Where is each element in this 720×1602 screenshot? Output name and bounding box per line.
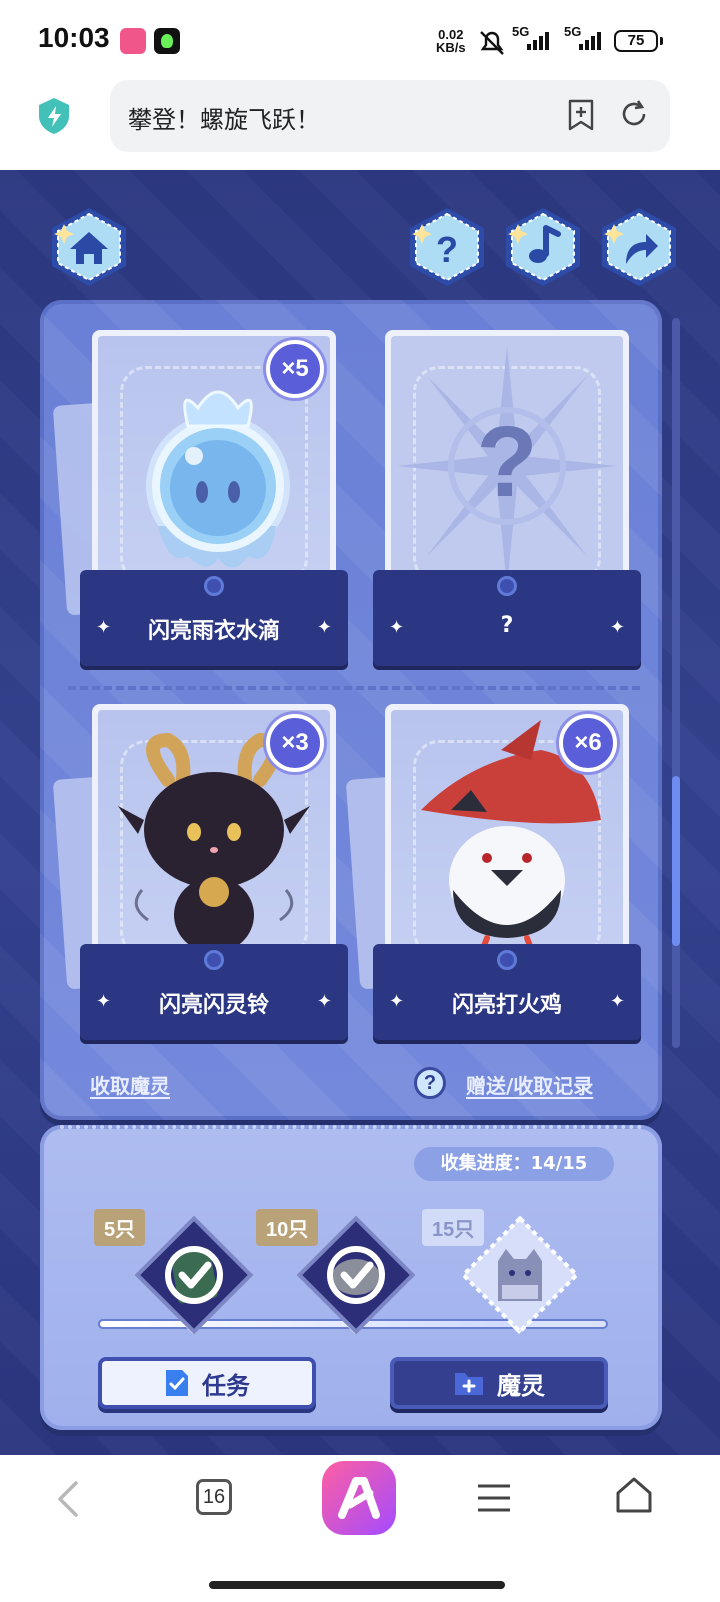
sparkle-icon: ✦ (316, 991, 332, 1012)
svg-text:?: ? (476, 406, 537, 518)
menu-icon[interactable] (476, 1483, 512, 1513)
mute-icon (480, 31, 504, 55)
share-icon (602, 208, 676, 286)
milestone-tag: 5只 (94, 1209, 146, 1246)
battery-indicator: 75 (614, 30, 663, 52)
signal-bars-icon (527, 32, 549, 50)
clock: 10:03 (38, 22, 110, 53)
collect-spirit-link[interactable]: 收取魔灵 (90, 1070, 170, 1099)
spirit-name: ? (500, 613, 514, 638)
milestone-tag: 15只 (422, 1209, 485, 1246)
card-face: ×6 (385, 704, 629, 974)
task-button-label: 任务 (202, 1371, 250, 1400)
svg-text:?: ? (436, 229, 458, 270)
card-face: ? (385, 330, 629, 600)
progress-value: 14/15 (530, 1153, 588, 1174)
record-help-icon[interactable]: ? (414, 1067, 446, 1099)
status-bar: 10:03 0.02 KB/s 5G 5G 75 (0, 0, 720, 80)
card-pin (204, 950, 224, 970)
security-shield-icon[interactable] (36, 96, 72, 136)
card-face: ×3 (92, 704, 336, 974)
home-icon (52, 208, 126, 286)
count-badge: ×5 (266, 340, 324, 398)
spirit-name: 闪亮雨衣水滴 (147, 619, 280, 644)
tabs-button[interactable]: 16 (196, 1479, 232, 1515)
bilibili-app-icon (120, 28, 146, 54)
milestone-reward-5[interactable]: 5只 (94, 1205, 264, 1345)
network-speed-unit: KB/s (436, 40, 466, 55)
back-icon[interactable] (56, 1479, 80, 1519)
unknown-silhouette-illustration: ? (397, 346, 617, 586)
spirit-card-locked[interactable]: ? ✦ ? ✦ (373, 330, 641, 675)
music-icon (506, 208, 580, 286)
task-button[interactable]: 任务 (98, 1357, 316, 1409)
game-canvas: ? ×5 ✦ 闪亮雨衣水滴 ✦ ? ✦ ? ✦ ×3 ✦ 闪亮闪灵铃 ✦ ×6 … (0, 170, 720, 1455)
address-bar[interactable]: 攀登！螺旋飞跃！ (110, 80, 670, 152)
progress-label: 收集进度：14/15 (414, 1147, 614, 1181)
sparkle-icon: ✦ (609, 991, 625, 1012)
spirit-card[interactable]: ×3 ✦ 闪亮闪灵铃 ✦ (52, 704, 348, 1049)
home-button[interactable] (46, 204, 132, 290)
share-button[interactable] (596, 204, 682, 290)
home-nav-icon[interactable] (614, 1475, 654, 1515)
signal-bars-icon (579, 32, 601, 50)
gesture-home-bar[interactable] (209, 1581, 505, 1589)
folder-add-icon (455, 1373, 483, 1395)
music-button[interactable] (500, 204, 586, 290)
collection-progress-panel: 收集进度：14/15 5只 10只 15只 任务 魔灵 (40, 1125, 662, 1430)
progress-label-text: 收集进度： (440, 1153, 531, 1174)
milestone-reward-15[interactable]: 15只 (422, 1205, 590, 1345)
sparkle-icon: ✦ (609, 617, 625, 638)
card-pin (497, 950, 517, 970)
task-checklist-icon (166, 1370, 188, 1396)
spirit-name: 闪亮打火鸡 (451, 993, 562, 1018)
spirit-name: 闪亮闪灵铃 (158, 993, 269, 1018)
count-badge: ×3 (266, 714, 324, 772)
milestone-tag: 10只 (256, 1209, 319, 1246)
card-face: ×5 (92, 330, 336, 600)
spirit-button-label: 魔灵 (497, 1371, 545, 1400)
scrollbar-thumb[interactable] (672, 776, 680, 946)
card-pin (204, 576, 224, 596)
card-pin (497, 576, 517, 596)
spirit-card[interactable]: ×6 ✦ 闪亮打火鸡 ✦ (345, 704, 641, 1049)
sparkle-icon: ✦ (316, 617, 332, 638)
row-divider (68, 686, 640, 690)
help-icon: ? (410, 208, 484, 286)
refresh-icon[interactable] (618, 98, 650, 130)
browser-bottom-nav: 16 (0, 1455, 720, 1602)
app-notification-icon (154, 28, 180, 54)
network-speed: 0.02 KB/s (436, 28, 466, 54)
help-button[interactable]: ? (404, 204, 490, 290)
browser-toolbar: 攀登！螺旋飞跃！ (0, 80, 720, 170)
count-badge: ×6 (559, 714, 617, 772)
bookmark-add-icon[interactable] (566, 98, 596, 132)
gift-record-link[interactable]: 赠送/收取记录 (466, 1070, 593, 1099)
spirit-card[interactable]: ×5 ✦ 闪亮雨衣水滴 ✦ (52, 330, 348, 675)
page-title: 攀登！螺旋飞跃！ (128, 106, 320, 134)
milestone-reward-10[interactable]: 10只 (256, 1205, 426, 1345)
spirit-button[interactable]: 魔灵 (390, 1357, 608, 1409)
ai-assistant-button[interactable] (322, 1461, 396, 1535)
ai-logo-icon (338, 1477, 380, 1519)
